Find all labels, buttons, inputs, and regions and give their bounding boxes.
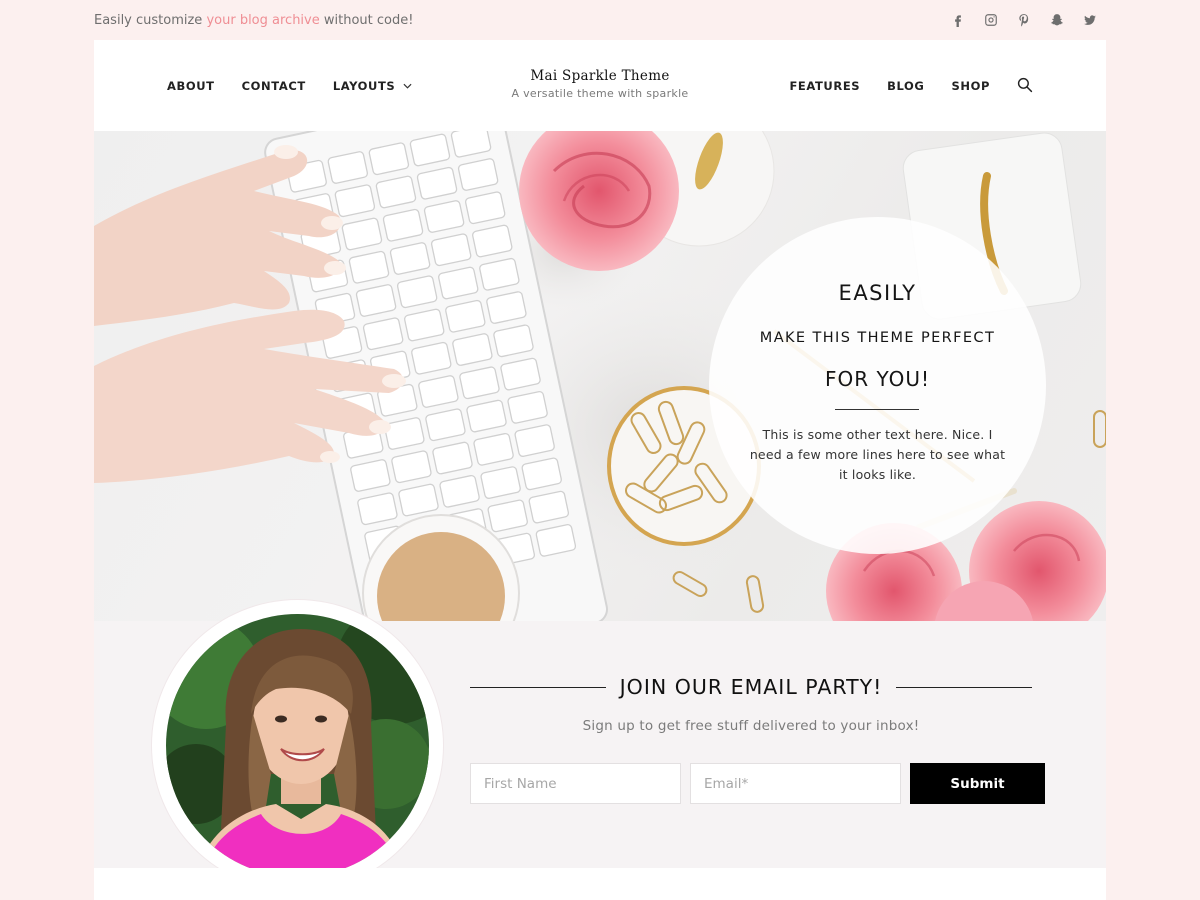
twitter-icon[interactable] bbox=[1082, 12, 1098, 28]
email-title: JOIN OUR EMAIL PARTY! bbox=[619, 675, 883, 699]
blog-archive-link[interactable]: your blog archive bbox=[206, 13, 319, 28]
hero-callout-circle: EASILY MAKE THIS THEME PERFECT FOR YOU! … bbox=[709, 217, 1046, 554]
email-signup-section: JOIN OUR EMAIL PARTY! Sign up to get fre… bbox=[94, 600, 1106, 891]
title-rule-left bbox=[470, 686, 606, 688]
hero-body-text: This is some other text here. Nice. I ne… bbox=[749, 427, 1006, 482]
hero-heading-line3: FOR YOU! bbox=[824, 367, 931, 391]
hero-heading-line2: MAKE THIS THEME PERFECT bbox=[759, 330, 996, 346]
facebook-icon[interactable] bbox=[950, 12, 966, 28]
hero-divider bbox=[835, 409, 919, 410]
submit-button[interactable]: Submit bbox=[910, 763, 1045, 804]
social-links bbox=[950, 12, 1098, 28]
nav-label: Features bbox=[789, 78, 861, 93]
search-icon[interactable] bbox=[1017, 77, 1034, 94]
author-photo bbox=[166, 614, 429, 877]
nav-label: Shop bbox=[951, 78, 990, 93]
topbar-text-after: without code! bbox=[319, 12, 414, 28]
first-name-field[interactable] bbox=[470, 763, 681, 804]
instagram-icon[interactable] bbox=[983, 12, 999, 28]
nav-label: Blog bbox=[887, 78, 925, 93]
site-header: About Contact Layouts Mai Sparkle Theme … bbox=[94, 40, 1106, 131]
hero-heading-line1: EASILY bbox=[838, 281, 917, 305]
email-title-row: JOIN OUR EMAIL PARTY! bbox=[470, 675, 1032, 699]
nav-item-features[interactable]: Features bbox=[789, 79, 860, 93]
pinterest-icon[interactable] bbox=[1016, 12, 1032, 28]
nav-item-shop[interactable]: Shop bbox=[951, 79, 990, 93]
email-signup-form: Submit bbox=[470, 763, 1045, 804]
nav-item-blog[interactable]: Blog bbox=[887, 79, 924, 93]
topbar-message: Easily customize your blog archive witho… bbox=[94, 13, 413, 28]
top-bar: Easily customize your blog archive witho… bbox=[94, 0, 1106, 40]
email-subtitle: Sign up to get free stuff delivered to y… bbox=[582, 718, 920, 734]
hero-banner: EASILY MAKE THIS THEME PERFECT FOR YOU! … bbox=[94, 131, 1106, 621]
author-photo-frame bbox=[152, 600, 443, 891]
content-area-below bbox=[94, 868, 1106, 900]
title-rule-right bbox=[896, 686, 1032, 688]
topbar-text-before: Easily customize bbox=[94, 12, 207, 28]
snapchat-icon[interactable] bbox=[1049, 12, 1065, 28]
email-field[interactable] bbox=[690, 763, 901, 804]
primary-nav-right: Features Blog Shop bbox=[789, 77, 1034, 94]
